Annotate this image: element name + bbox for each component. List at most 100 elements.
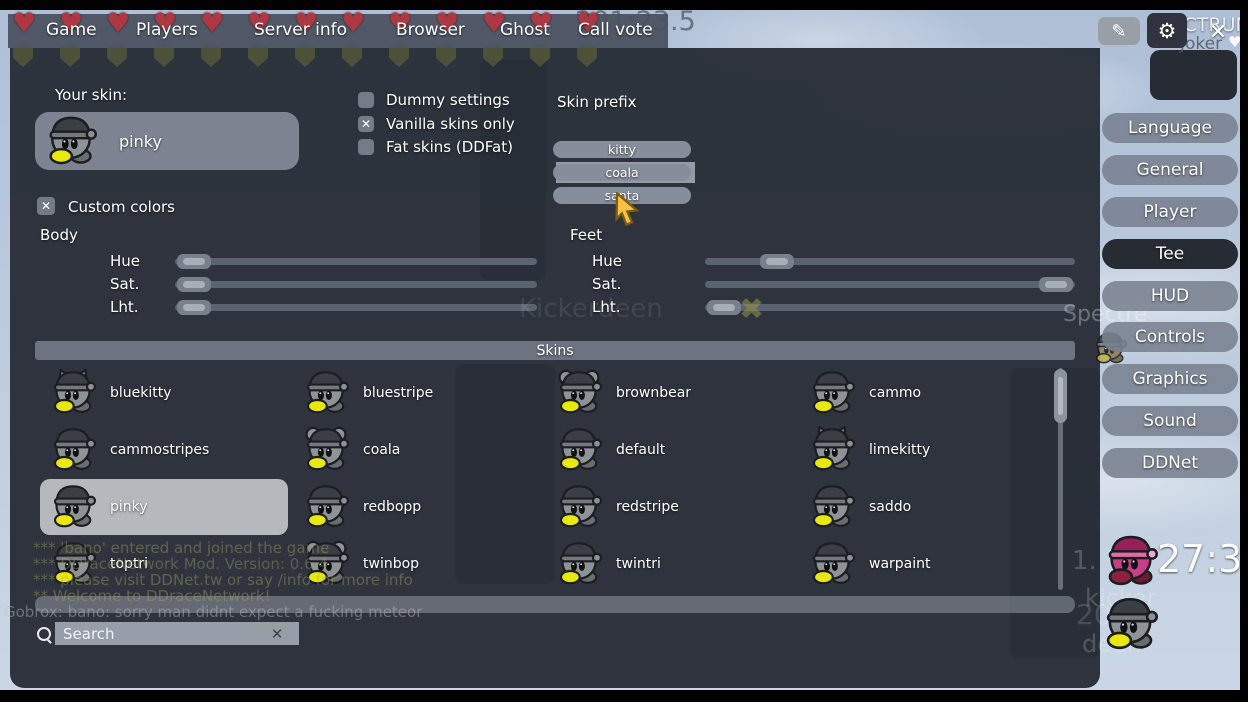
feet-hue-slider[interactable] bbox=[705, 258, 1075, 265]
skin-name-label: saddo bbox=[869, 499, 911, 515]
main-menu-bar: ♥♥♥♥♥♥♥♥♥♥♥♥♥ GamePlayersServer infoBrow… bbox=[8, 14, 668, 48]
skin-item-bluestripe[interactable]: bluestripe bbox=[293, 365, 541, 421]
body-lht-slider[interactable] bbox=[175, 304, 537, 311]
skin-prefix-suggestion-coala[interactable]: coala bbox=[553, 164, 691, 181]
tab-language[interactable]: Language bbox=[1102, 113, 1238, 143]
custom-colors-label: Custom colors bbox=[68, 198, 175, 216]
tab-general[interactable]: General bbox=[1102, 155, 1238, 185]
menu-item-call-vote[interactable]: Call vote bbox=[578, 20, 653, 40]
skin-item-redstripe[interactable]: redstripe bbox=[546, 479, 794, 535]
skin-avatar bbox=[556, 368, 602, 418]
heart-icon: ♥ bbox=[12, 8, 36, 39]
skin-prefix-suggestion-kitty[interactable]: kitty bbox=[553, 141, 691, 158]
panel-corner bbox=[1150, 50, 1237, 100]
tab-ddnet[interactable]: DDNet bbox=[1102, 448, 1238, 478]
body-section-label: Body bbox=[40, 226, 78, 244]
feet-section-label: Feet bbox=[570, 226, 602, 244]
chat-line: aypy bbox=[250, 617, 286, 635]
your-skin-label: Your skin: bbox=[55, 86, 127, 104]
slider-handle[interactable] bbox=[707, 300, 741, 315]
skin-item-brownbear[interactable]: brownbear bbox=[546, 365, 794, 421]
tab-controls[interactable]: Controls bbox=[1102, 322, 1238, 352]
slider-handle-grip bbox=[713, 304, 735, 311]
skin-name-label: pinky bbox=[110, 499, 148, 515]
skin-name-label: coala bbox=[363, 442, 400, 458]
settings-button[interactable]: ⚙ bbox=[1147, 13, 1187, 48]
checkbox-label: Fat skins (DDFat) bbox=[386, 138, 513, 156]
skin-avatar bbox=[556, 425, 602, 475]
menu-item-players[interactable]: Players bbox=[136, 20, 198, 40]
skin-name-label: bluestripe bbox=[363, 385, 433, 401]
checkbox-label: Vanilla skins only bbox=[386, 115, 515, 133]
custom-colors-checkbox[interactable]: ✕ bbox=[37, 197, 55, 215]
skin-item-warpaint[interactable]: warpaint bbox=[799, 536, 1047, 592]
tab-graphics[interactable]: Graphics bbox=[1102, 364, 1238, 394]
feet-hue-label: Hue bbox=[592, 252, 622, 270]
slider-handle-grip bbox=[766, 258, 788, 265]
skin-item-pinky[interactable]: pinky bbox=[40, 479, 288, 535]
checkbox-vanilla-skins-only[interactable]: ✕ bbox=[358, 116, 374, 132]
body-hue-slider[interactable] bbox=[175, 258, 537, 265]
skin-avatar bbox=[50, 368, 96, 418]
slider-handle[interactable] bbox=[1039, 277, 1073, 292]
slider-handle-grip bbox=[183, 258, 205, 265]
race-time: 27:37 bbox=[1157, 537, 1248, 581]
menu-item-game[interactable]: Game bbox=[46, 20, 97, 40]
mouse-cursor bbox=[612, 192, 642, 230]
skin-item-redbopp[interactable]: redbopp bbox=[293, 479, 541, 535]
body-hue-label: Hue bbox=[110, 252, 140, 270]
skin-name-label: redbopp bbox=[363, 499, 421, 515]
skin-avatar bbox=[303, 425, 349, 475]
skin-preview-button[interactable]: pinky bbox=[35, 112, 299, 170]
feet-sat-label: Sat. bbox=[592, 275, 621, 293]
tab-tee[interactable]: Tee bbox=[1102, 239, 1238, 269]
skin-name-label: twinbop bbox=[363, 556, 419, 572]
slider-handle-grip bbox=[1045, 281, 1067, 288]
skin-item-cammostripes[interactable]: cammostripes bbox=[40, 422, 288, 478]
pencil-icon: ✎ bbox=[1111, 21, 1126, 42]
tab-hud[interactable]: HUD bbox=[1102, 281, 1238, 311]
tab-player[interactable]: Player bbox=[1102, 197, 1238, 227]
chat-line: Gobrox: bano: sorry man didnt expect a f… bbox=[4, 603, 422, 621]
skin-name-label: limekitty bbox=[869, 442, 930, 458]
body-lht-label: Lht. bbox=[110, 298, 139, 316]
scoreboard-rank-one: 1. bbox=[1072, 546, 1097, 576]
menu-item-server-info[interactable]: Server info bbox=[254, 20, 347, 40]
slider-handle[interactable] bbox=[177, 277, 211, 292]
slider-handle-grip bbox=[183, 304, 205, 311]
menu-item-ghost[interactable]: Ghost bbox=[500, 20, 550, 40]
skin-avatar bbox=[809, 539, 855, 589]
skin-item-coala[interactable]: coala bbox=[293, 422, 541, 478]
skin-item-default[interactable]: default bbox=[546, 422, 794, 478]
letterbox-bottom bbox=[0, 690, 1248, 702]
skin-avatar bbox=[50, 425, 96, 475]
gear-icon: ⚙ bbox=[1158, 19, 1177, 43]
skin-name-label: cammostripes bbox=[110, 442, 209, 458]
skin-item-twintri[interactable]: twintri bbox=[546, 536, 794, 592]
skins-scrollbar-thumb[interactable] bbox=[1054, 369, 1067, 423]
slider-handle[interactable] bbox=[177, 254, 211, 269]
skin-avatar bbox=[303, 368, 349, 418]
body-sat-slider[interactable] bbox=[175, 281, 537, 288]
close-button[interactable]: ✕ bbox=[1204, 18, 1232, 46]
slider-handle[interactable] bbox=[760, 254, 794, 269]
skin-avatar bbox=[809, 425, 855, 475]
skin-item-saddo[interactable]: saddo bbox=[799, 479, 1047, 535]
skin-name-label: cammo bbox=[869, 385, 921, 401]
slider-handle-grip bbox=[183, 281, 205, 288]
slider-handle[interactable] bbox=[177, 300, 211, 315]
checkbox-fat-skins-ddfat-[interactable] bbox=[358, 139, 374, 155]
skin-item-cammo[interactable]: cammo bbox=[799, 365, 1047, 421]
menu-item-browser[interactable]: Browser bbox=[396, 20, 465, 40]
close-icon: ✕ bbox=[1209, 20, 1227, 45]
skin-item-limekitty[interactable]: limekitty bbox=[799, 422, 1047, 478]
checkbox-dummy-settings[interactable] bbox=[358, 92, 374, 108]
skin-preview-name: pinky bbox=[119, 132, 162, 151]
skin-name-label: bluekitty bbox=[110, 385, 172, 401]
skin-name-label: redstripe bbox=[616, 499, 679, 515]
skin-item-bluekitty[interactable]: bluekitty bbox=[40, 365, 288, 421]
tab-sound[interactable]: Sound bbox=[1102, 406, 1238, 436]
skin-avatar bbox=[50, 482, 96, 532]
editor-button[interactable]: ✎ bbox=[1098, 17, 1140, 45]
feet-sat-slider[interactable] bbox=[705, 281, 1075, 288]
